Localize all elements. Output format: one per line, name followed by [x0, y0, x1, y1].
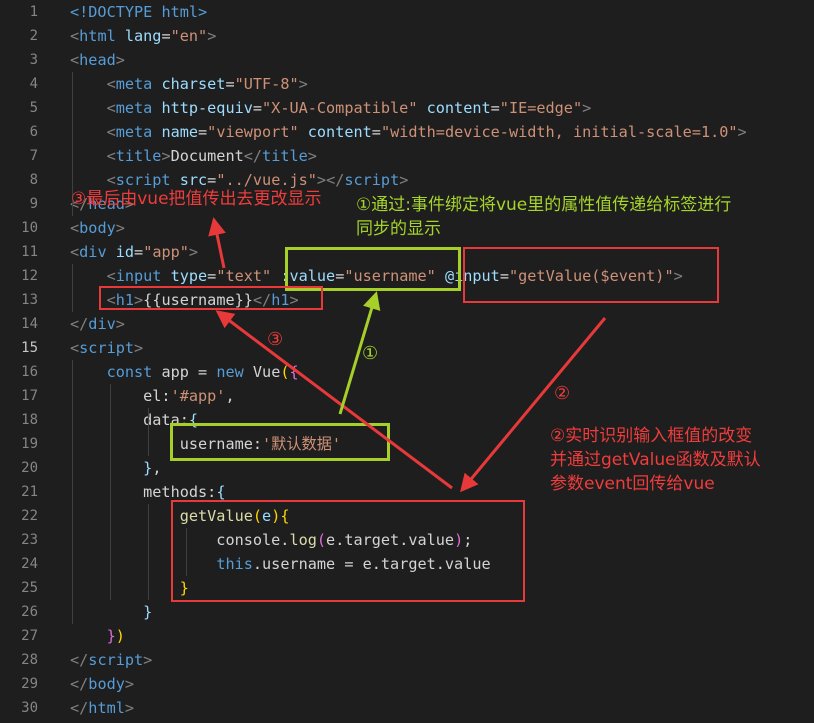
annotation-marker-2: ②: [554, 383, 571, 404]
annotation-note-3: ③最后由vue把值传出去更改显示: [71, 189, 322, 209]
annotation-marker-3: ③: [267, 329, 284, 350]
annotation-marker-1: ①: [362, 343, 379, 364]
annotation-note-2: ②实时识别输入框值的改变 并通过getValue函数及默认 参数event回传给…: [550, 426, 761, 494]
arrow-3: [215, 310, 453, 490]
annotation-note-1: ①通过:事件绑定将vue里的属性值传递给标签进行 同步的显示: [356, 195, 732, 239]
arrow-3-tail: [208, 217, 226, 269]
annotation-arrows: [208, 217, 607, 493]
